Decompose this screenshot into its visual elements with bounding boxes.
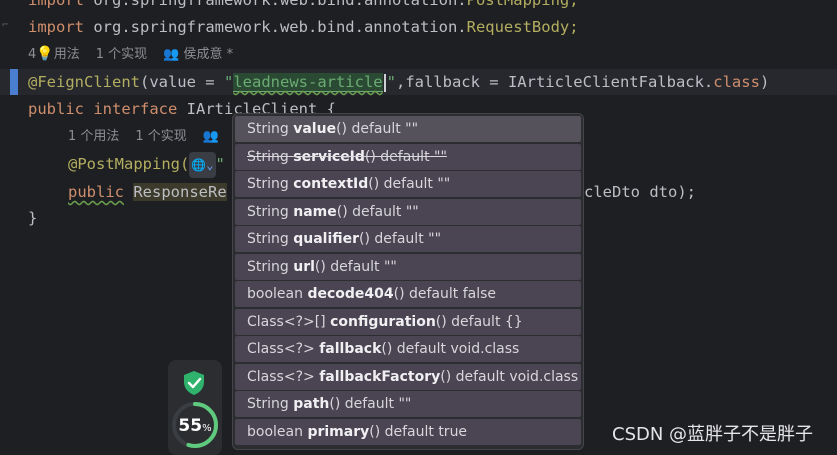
item-suffix: () default false xyxy=(393,286,497,302)
editor-gutter xyxy=(0,0,20,453)
globe-icon[interactable]: 🌐⌄ xyxy=(189,152,216,178)
keyword-public: public xyxy=(28,100,84,118)
item-suffix: () default "" xyxy=(336,121,419,137)
annotation-feignclient: @FeignClient xyxy=(28,73,140,91)
implementations-label[interactable]: 1 个实现 xyxy=(135,129,186,144)
item-type: String xyxy=(247,231,289,247)
item-name: name xyxy=(293,204,337,220)
item-suffix: () default "" xyxy=(336,204,419,220)
percent-value: 55 xyxy=(178,416,203,436)
item-type: boolean xyxy=(247,424,303,440)
item-name: primary xyxy=(307,424,370,440)
text-caret xyxy=(383,73,386,92)
string-quote: " xyxy=(386,73,396,91)
implementations-label[interactable]: 1 个实现 xyxy=(96,47,147,62)
item-suffix: () default "" xyxy=(329,396,412,412)
completion-item-fallbackfactory[interactable]: Class<?> fallbackFactory() default void.… xyxy=(235,364,581,390)
author-icon: 👥 xyxy=(163,47,180,62)
usages-label[interactable]: 用法 xyxy=(54,47,80,62)
keyword-import: import xyxy=(28,18,84,36)
completion-item-qualifier[interactable]: String qualifier() default "" xyxy=(235,226,581,252)
keyword-public: public xyxy=(68,183,124,201)
item-suffix: () default "" xyxy=(314,259,397,275)
item-suffix: () default "" xyxy=(368,176,451,192)
lightbulb-icon[interactable]: 💡 xyxy=(36,46,53,62)
item-suffix: () default {} xyxy=(435,314,523,330)
import-class: RequestBody; xyxy=(466,18,579,36)
code-line-import-postmapping[interactable]: import org.springframework.web.bind.anno… xyxy=(28,0,579,13)
item-type: String xyxy=(247,204,289,220)
shield-check-icon[interactable] xyxy=(182,370,206,396)
item-name: contextId xyxy=(293,176,369,192)
code-line-method[interactable]: public ResponseRe xyxy=(68,179,227,205)
item-type: boolean xyxy=(247,286,303,302)
item-name: configuration xyxy=(330,314,436,330)
item-name: qualifier xyxy=(293,231,360,247)
close-brace: } xyxy=(28,209,38,227)
item-name: path xyxy=(293,396,330,412)
return-type: ResponseRe xyxy=(133,183,227,201)
author-icon: 👥 xyxy=(202,129,219,144)
status-widget[interactable]: 55% xyxy=(168,360,222,455)
keyword-class: class xyxy=(713,73,760,91)
item-name: url xyxy=(293,259,315,275)
import-class: PostMapping; xyxy=(466,0,579,9)
item-suffix: () default "" xyxy=(364,149,447,165)
inlay-hint-method[interactable]: 1 个用法 1 个实现 👥 xyxy=(68,125,219,149)
code-text: (value = xyxy=(139,73,224,91)
completion-item-contextid[interactable]: String contextId() default "" xyxy=(235,171,581,197)
completion-item-fallback[interactable]: Class<?> fallback() default void.class xyxy=(235,336,581,362)
active-line-marker xyxy=(10,69,18,95)
code-text: cleDto dto); xyxy=(584,183,696,201)
item-type: String xyxy=(247,121,289,137)
item-type: String xyxy=(247,396,289,412)
item-suffix: () default void.class xyxy=(381,341,520,357)
completion-item-url[interactable]: String url() default "" xyxy=(235,254,581,280)
watermark: CSDN @蓝胖子不是胖子 xyxy=(612,424,814,445)
annotation-postmapping: @PostMapping( xyxy=(68,155,190,173)
item-suffix: () default void.class xyxy=(440,369,579,385)
completion-item-decode404[interactable]: boolean decode404() default false xyxy=(235,281,581,307)
keyword-import: import xyxy=(28,0,84,9)
item-type: String xyxy=(247,259,289,275)
item-type: Class<?> xyxy=(247,341,315,357)
item-type: String xyxy=(247,149,289,165)
code-line-feignclient[interactable]: @FeignClient(value = "leadnews-article ",… xyxy=(28,69,769,95)
item-suffix: () default "" xyxy=(359,231,442,247)
item-name: value xyxy=(293,121,337,137)
author-label[interactable]: 侯成意 * xyxy=(183,47,233,62)
string-quote: " xyxy=(215,155,225,173)
percent-sign: % xyxy=(202,423,212,434)
completion-popup[interactable]: String value() default "" String service… xyxy=(232,113,584,450)
inlay-hint-usages[interactable]: 4💡用法 1 个实现 👥 侯成意 * xyxy=(28,42,233,66)
code-line-close-brace[interactable]: } xyxy=(28,205,37,231)
string-value: leadnews-article xyxy=(233,73,383,92)
code-line-method-tail: cleDto dto); xyxy=(584,179,696,205)
import-path: org.springframework.web.bind.annotation. xyxy=(84,0,467,9)
completion-item-name[interactable]: String name() default "" xyxy=(235,199,581,225)
usages-label[interactable]: 1 个用法 xyxy=(68,129,119,144)
item-name: serviceId xyxy=(293,149,365,165)
item-suffix: () default true xyxy=(369,424,468,440)
code-text: ) xyxy=(759,73,770,91)
completion-item-serviceid[interactable]: String serviceId() default "" xyxy=(235,144,581,170)
completion-item-primary[interactable]: boolean primary() default true xyxy=(235,419,581,445)
item-name: fallback xyxy=(319,341,382,357)
completion-item-path[interactable]: String path() default "" xyxy=(235,391,581,417)
item-name: decode404 xyxy=(307,286,394,302)
keyword-interface: interface xyxy=(93,100,178,118)
item-name: fallbackFactory xyxy=(319,369,441,385)
code-line-postmapping[interactable]: @PostMapping(🌐⌄ " xyxy=(68,151,225,178)
code-line-import-requestbody[interactable]: import org.springframework.web.bind.anno… xyxy=(28,14,579,40)
progress-percent: 55% xyxy=(168,416,222,436)
code-text: ,fallback = IArticleClientFalback. xyxy=(395,73,714,91)
fold-icon[interactable]: ⌐ xyxy=(2,18,10,31)
completion-item-value[interactable]: String value() default "" xyxy=(235,116,581,142)
item-type: Class<?>[] xyxy=(247,314,326,330)
completion-item-configuration[interactable]: Class<?>[] configuration() default {} xyxy=(235,309,581,335)
item-type: Class<?> xyxy=(247,369,315,385)
import-path: org.springframework.web.bind.annotation. xyxy=(84,18,467,36)
item-type: String xyxy=(247,176,289,192)
string-quote: " xyxy=(223,73,234,91)
